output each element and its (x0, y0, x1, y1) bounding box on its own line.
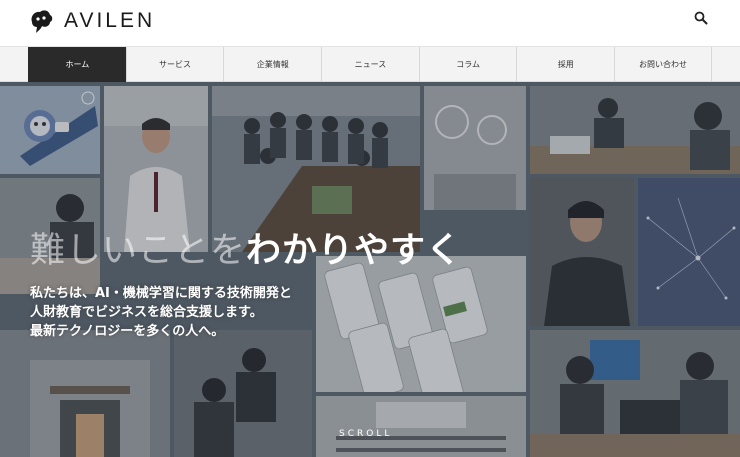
search-icon[interactable] (694, 11, 708, 25)
nav-item-services[interactable]: サービス (125, 47, 224, 82)
nav-item-company[interactable]: 企業情報 (223, 47, 321, 82)
hero-copy-line: 人財教育でビジネスを総合支援します。 (30, 305, 263, 320)
brand-logo[interactable]: AVILEN (28, 6, 155, 36)
brand-name: AVILEN (64, 9, 156, 32)
hero-copy: 私たちは、AI・機械学習に関する技術開発と 人財教育でビジネスを総合支援します。… (30, 284, 330, 341)
hero-section: 難しいことをわかりやすく 私たちは、AI・機械学習に関する技術開発と 人財教育で… (0, 82, 740, 457)
nav-item-contact[interactable]: お問い合わせ (614, 47, 712, 82)
nav-item-recruit[interactable]: 採用 (516, 47, 614, 82)
global-nav: ホーム サービス 企業情報 ニュース コラム 採用 お問い合わせ (0, 46, 740, 82)
nav-item-home[interactable]: ホーム (28, 47, 126, 82)
hero-copy-line: 私たちは、AI・機械学習に関する技術開発と (30, 286, 292, 301)
nav-item-column[interactable]: コラム (418, 47, 517, 82)
headline-bold-part: わかりやすく (246, 231, 463, 271)
site-header: AVILEN (0, 0, 740, 46)
avilen-logo-icon (31, 10, 53, 33)
hero-headline: 難しいことをわかりやすく (30, 222, 462, 273)
scroll-indicator[interactable]: SCROLL (339, 429, 392, 439)
hero-copy-line: 最新テクノロジーを多くの人へ。 (30, 324, 225, 339)
nav-item-news[interactable]: ニュース (321, 47, 419, 82)
headline-light-part: 難しいことを (30, 231, 247, 271)
